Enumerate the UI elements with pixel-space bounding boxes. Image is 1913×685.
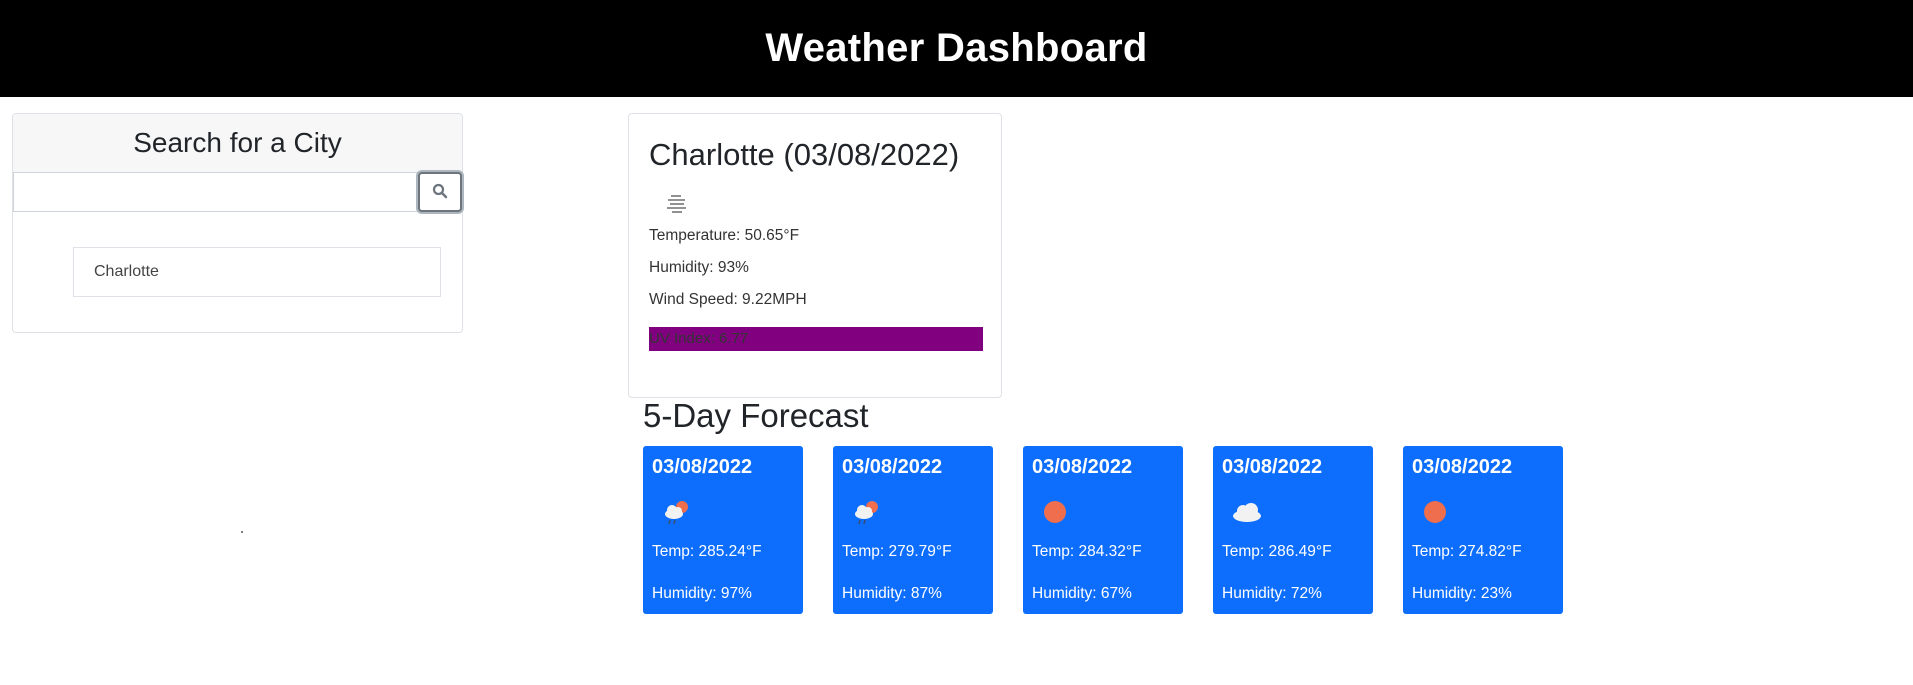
forecast-temp: Temp: 286.49°F (1222, 543, 1332, 560)
forecast-humidity: Humidity: 67% (1032, 585, 1132, 602)
current-humidity: Humidity: 93% (649, 259, 749, 277)
forecast-card: 03/08/2022 Temp: 279.79°F Humidity: 87% (833, 446, 993, 614)
sun-icon (1040, 495, 1074, 529)
forecast-card: 03/08/2022 Temp: 285.24°F Humidity: 97% (643, 446, 803, 614)
page-header: Weather Dashboard (0, 0, 1913, 97)
forecast-date: 03/08/2022 (1412, 456, 1513, 478)
forecast-temp: Temp: 279.79°F (842, 543, 952, 560)
forecast-humidity: Humidity: 72% (1222, 585, 1322, 602)
forecast-temp: Temp: 274.82°F (1412, 543, 1522, 560)
search-panel: Search for a City Charlotte (12, 113, 463, 333)
forecast-date: 03/08/2022 (1222, 456, 1323, 478)
search-icon (432, 183, 448, 202)
current-temperature: Temperature: 50.65°F (649, 227, 800, 245)
sun-icon (1420, 495, 1454, 529)
forecast-humidity: Humidity: 23% (1412, 585, 1512, 602)
forecast-temp: Temp: 284.32°F (1032, 543, 1142, 560)
forecast-card: 03/08/2022 Temp: 284.32°F Humidity: 67% (1023, 446, 1183, 614)
forecast-card: 03/08/2022 Temp: 286.49°F Humidity: 72% (1213, 446, 1373, 614)
mist-icon (657, 183, 697, 223)
page-title: Weather Dashboard (765, 26, 1148, 70)
forecast-temp: Temp: 285.24°F (652, 543, 762, 560)
current-wind-speed: Wind Speed: 9.22MPH (649, 291, 807, 309)
cloud-icon (1230, 495, 1264, 529)
forecast-row: 03/08/2022 Temp: 285.24°F Humidity: 97% … (643, 446, 1563, 614)
current-city-heading: Charlotte (03/08/2022) (649, 137, 960, 172)
forecast-date: 03/08/2022 (1032, 456, 1133, 478)
rain-sun-icon (850, 495, 884, 529)
forecast-card: 03/08/2022 Temp: 274.82°F Humidity: 23% (1403, 446, 1563, 614)
search-history-item-charlotte[interactable]: Charlotte (73, 247, 441, 297)
uv-index-badge: UV Index: 6.77 (649, 327, 983, 352)
stray-dot (241, 531, 243, 533)
forecast-date: 03/08/2022 (842, 456, 943, 478)
search-row (13, 172, 464, 212)
forecast-humidity: Humidity: 87% (842, 585, 942, 602)
rain-sun-icon (660, 495, 694, 529)
search-button[interactable] (418, 172, 462, 212)
city-search-input[interactable] (13, 172, 418, 212)
forecast-title: 5-Day Forecast (643, 397, 869, 434)
forecast-date: 03/08/2022 (652, 456, 753, 478)
current-weather-card: Charlotte (03/08/2022) Temperature: 50.6… (628, 113, 1002, 398)
forecast-humidity: Humidity: 97% (652, 585, 752, 602)
search-panel-title: Search for a City (133, 127, 342, 158)
search-panel-header: Search for a City (13, 114, 462, 172)
